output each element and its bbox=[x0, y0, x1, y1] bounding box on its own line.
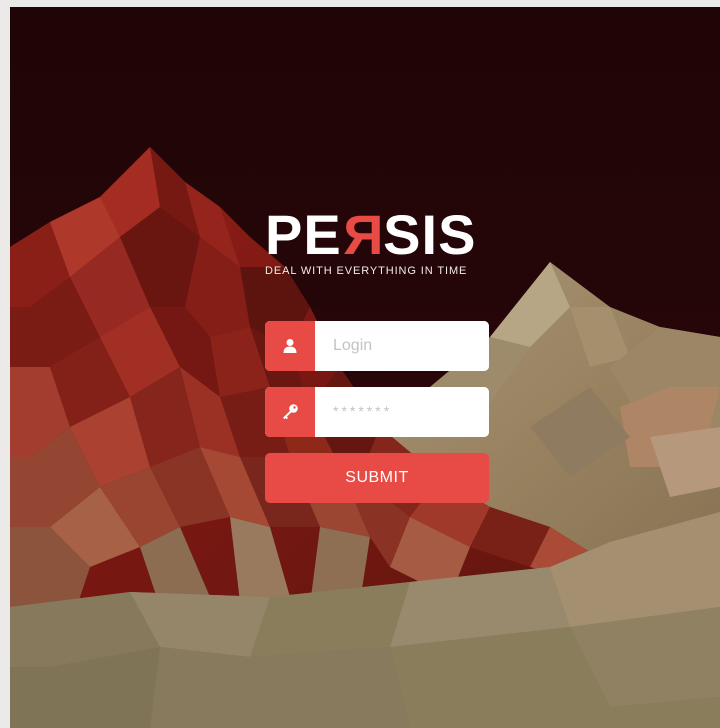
tagline: DEAL WITH EVERYTHING IN TIME bbox=[265, 265, 468, 277]
key-icon bbox=[265, 387, 315, 437]
password-field bbox=[265, 387, 489, 437]
logo-text-right: SIS bbox=[383, 203, 477, 266]
brand-block: PERSIS DEAL WITH EVERYTHING IN TIME bbox=[265, 203, 495, 277]
login-field bbox=[265, 321, 489, 371]
logo: PERSIS bbox=[265, 203, 495, 266]
user-icon bbox=[265, 321, 315, 371]
password-input[interactable] bbox=[315, 387, 489, 437]
logo-accent-letter: R bbox=[341, 203, 384, 266]
login-screen: PERSIS DEAL WITH EVERYTHING IN TIME SUBM… bbox=[10, 7, 720, 728]
logo-text-left: PE bbox=[265, 203, 342, 266]
submit-button[interactable]: SUBMIT bbox=[265, 453, 489, 503]
login-input[interactable] bbox=[315, 321, 489, 371]
